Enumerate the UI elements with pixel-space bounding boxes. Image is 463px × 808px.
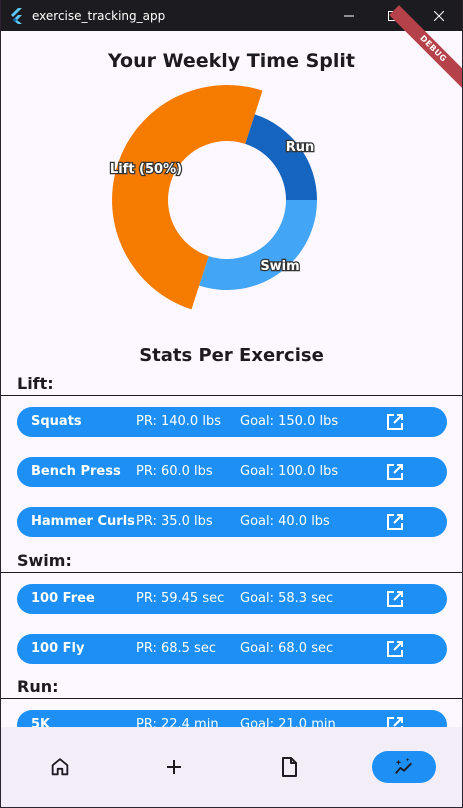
slice-label: Swim [260,259,299,274]
home-icon [51,758,69,776]
exercise-pr: PR: 68.5 sec [136,641,216,656]
exercise-pr: PR: 140.0 lbs [136,414,221,429]
exercise-goal: Goal: 68.0 sec [240,641,334,656]
flutter-logo-icon [11,7,22,24]
bottom-navigation-bar [1,727,462,807]
window-title: exercise_tracking_app [32,8,166,23]
category-divider [1,698,462,699]
category-label: Lift: [17,374,54,393]
nav-log-button[interactable] [257,751,321,783]
add-icon [167,760,181,774]
exercise-row[interactable]: 100 Free PR: 59.45 sec Goal: 58.3 sec [17,584,447,614]
open-in-new-icon[interactable] [385,639,405,659]
slice-label: Lift (50%) [110,162,182,177]
insights-icon [395,757,412,775]
exercise-goal: Goal: 150.0 lbs [240,414,339,429]
app-window: exercise_tracking_app DEBUG Your Weekly … [1,0,462,807]
exercise-row[interactable]: 100 Fly PR: 68.5 sec Goal: 68.0 sec [17,634,447,664]
open-in-new-icon[interactable] [385,589,405,609]
category-label: Run: [17,677,59,696]
slice-label: Run [286,140,315,155]
minimize-icon [344,15,354,16]
exercise-pr: PR: 35.0 lbs [136,514,213,529]
exercise-row[interactable]: Squats PR: 140.0 lbs Goal: 150.0 lbs [17,407,447,437]
exercise-name: Hammer Curls [31,514,135,529]
exercise-name: 100 Free [31,591,95,606]
close-icon [434,10,444,21]
exercise-goal: Goal: 40.0 lbs [240,514,330,529]
exercise-name: Squats [31,414,82,429]
swim-slice [199,200,317,290]
run-slice [245,114,317,200]
exercise-name: 100 Fly [31,641,85,656]
stats-section-title: Stats Per Exercise [139,345,324,366]
close-button[interactable] [416,0,462,31]
nav-add-button[interactable] [142,751,206,783]
category-divider [1,395,462,396]
minimize-button[interactable] [326,0,372,31]
nav-insights-button[interactable] [372,751,436,783]
nav-home-button[interactable] [28,751,92,783]
category-label: Swim: [17,551,72,570]
exercise-goal: Goal: 100.0 lbs [240,464,339,479]
exercise-pr: PR: 60.0 lbs [136,464,213,479]
open-in-new-icon[interactable] [385,412,405,432]
exercise-row[interactable]: Bench Press PR: 60.0 lbs Goal: 100.0 lbs [17,457,447,487]
open-in-new-icon[interactable] [385,462,405,482]
chart-title: Your Weekly Time Split [108,50,355,72]
exercise-goal: Goal: 58.3 sec [240,591,334,606]
exercise-name: Bench Press [31,464,121,479]
exercise-row[interactable]: Hammer Curls PR: 35.0 lbs Goal: 40.0 lbs [17,507,447,537]
exercise-pr: PR: 59.45 sec [136,591,225,606]
document-icon [282,757,297,777]
time-split-donut-chart: Lift (50%) Run Swim [109,85,317,310]
open-in-new-icon[interactable] [385,512,405,532]
category-divider [1,572,462,573]
